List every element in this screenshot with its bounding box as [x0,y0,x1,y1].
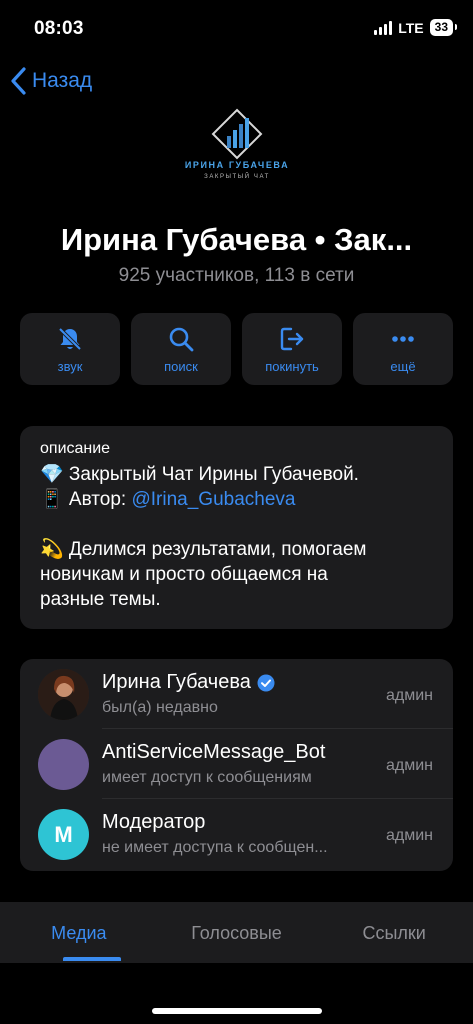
more-icon [392,335,414,342]
mute-label: звук [57,358,83,374]
author-link[interactable]: @Irina_Gubacheva [131,489,295,510]
media-tabs: Медиа Голосовые Ссылки [0,902,473,963]
avatar [38,669,89,720]
member-status: был(а) недавно [102,699,218,716]
author-prefix: 📱 Автор: [40,489,132,510]
leave-button[interactable]: покинуть [242,313,342,385]
search-label: поиск [164,358,198,374]
back-label: Назад [32,69,93,92]
description-line: разные темы. [40,589,161,610]
back-button[interactable]: Назад [10,66,92,96]
tab-links[interactable]: Ссылки [315,902,473,963]
signal-icon [374,20,393,35]
description-line: 💎 Закрытый Чат Ирины Губачевой. [40,464,359,485]
description-title: описание [40,440,111,457]
member-role: админ [385,757,433,774]
more-button[interactable]: ещё [353,313,453,385]
member-row[interactable]: M Модератор не имеет доступа к сообщен..… [20,799,453,869]
logo-name: ИРИНА ГУБАЧЕВА [184,160,290,170]
group-title: Ирина Губачева • Зак... [60,222,413,257]
member-name: AntiServiceMessage_Bot [102,741,325,764]
search-icon [169,327,194,351]
leave-label: покинуть [265,358,319,374]
member-role: админ [385,687,433,704]
status-bar: 08:03 LTE 33 [0,0,473,56]
tab-media[interactable]: Медиа [0,902,158,963]
member-status: имеет доступ к сообщениям [102,769,312,786]
member-row[interactable]: AntiServiceMessage_Bot имеет доступ к со… [20,729,453,799]
more-label: ещё [390,358,416,374]
group-avatar[interactable]: ИРИНА ГУБАЧЕВА ЗАКРЫТЫЙ ЧАТ [175,108,299,184]
battery-icon: 33 [429,19,458,36]
member-name-text: Модератор [102,811,206,833]
member-name: Ирина Губачева [102,671,275,694]
search-button[interactable]: поиск [131,313,231,385]
home-indicator[interactable] [152,1008,322,1014]
description-author: 📱 Автор: @Irina_Gubacheva [40,487,433,512]
network-type: LTE [398,19,424,36]
members-list: Ирина Губачева был(а) недавно админ Anti… [20,659,453,871]
chevron-left-icon [11,67,26,95]
member-name-text: AntiServiceMessage_Bot [102,741,326,763]
avatar [38,739,89,790]
action-buttons: звук поиск покинуть ещё [20,313,453,385]
status-indicators: LTE 33 [374,19,458,36]
member-status: не имеет доступа к сообщен... [102,839,328,856]
description-line: 💫 Делимся результатами, помогаем [40,539,367,560]
avatar-photo-icon [38,669,89,720]
member-name: Модератор [102,811,205,834]
member-role: админ [385,827,433,844]
logo-subtitle: ЗАКРЫТЫЙ ЧАТ [204,174,270,180]
verified-icon [257,674,275,691]
member-name-text: Ирина Губачева [102,671,251,693]
tab-voice[interactable]: Голосовые [158,902,316,963]
group-subtitle: 925 участников, 113 в сети [118,265,355,286]
member-row[interactable]: Ирина Губачева был(а) недавно админ [20,659,453,729]
description-line: новичкам и просто общаемся на [40,564,328,585]
bell-slash-icon [58,327,82,350]
leave-icon [280,327,304,350]
description-card: описание 💎 Закрытый Чат Ирины Губачевой.… [20,426,453,629]
status-time: 08:03 [34,18,84,39]
mute-button[interactable]: звук [20,313,120,385]
logo-diamond-icon [211,108,263,160]
active-tab-indicator [63,957,121,961]
avatar: M [38,809,89,860]
